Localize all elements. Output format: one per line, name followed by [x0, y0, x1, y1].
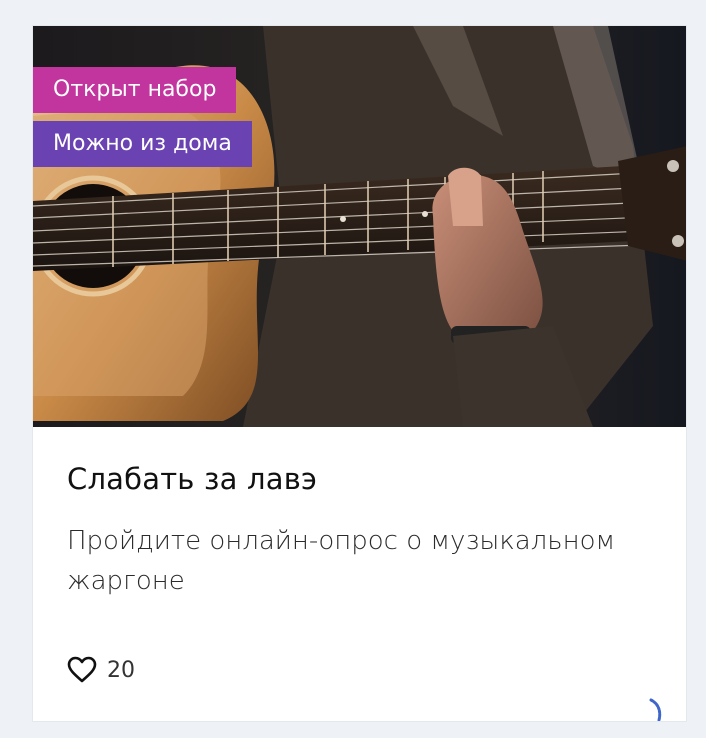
card-description: Пройдите онлайн-опрос о музыкальном жарг…: [67, 526, 616, 596]
card-title[interactable]: Слабать за лавэ: [67, 462, 317, 496]
like-count: 20: [107, 657, 135, 683]
pen-scribble-mark: [649, 698, 662, 721]
tag-recruitment-open: Открыт набор: [33, 67, 237, 113]
survey-card[interactable]: Открыт набор Можно из дома Слабать за ла…: [32, 25, 687, 722]
guitar-photo[interactable]: Открыт набор Можно из дома: [33, 26, 686, 427]
tag-remote: Можно из дома: [33, 121, 252, 167]
like-button[interactable]: 20: [67, 656, 135, 684]
heart-outline-icon: [67, 656, 97, 683]
